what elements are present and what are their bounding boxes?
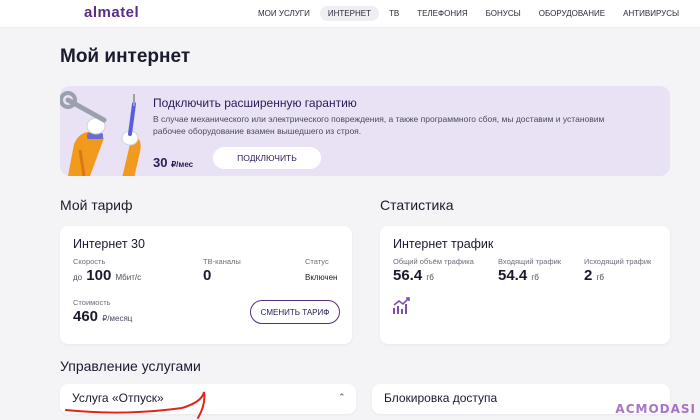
- outgoing-traffic-value: 2 гб: [584, 267, 604, 284]
- nav-item-tv[interactable]: ТВ: [381, 6, 407, 21]
- speed-value: до 100 Мбит/с: [73, 267, 141, 284]
- cost-number: 460: [73, 308, 99, 325]
- access-block-label: Блокировка доступа: [384, 391, 498, 405]
- services-section-title: Управление услугами: [60, 358, 201, 374]
- total-traffic-unit: гб: [426, 273, 434, 282]
- nav-item-telephony[interactable]: ТЕЛЕФОНИЯ: [409, 6, 475, 21]
- speed-prefix: до: [73, 273, 83, 282]
- cost-value: 460 ₽/месяц: [73, 308, 132, 325]
- incoming-traffic-unit: гб: [531, 273, 539, 282]
- outgoing-traffic-number: 2: [584, 267, 593, 284]
- nav-item-equipment[interactable]: ОБОРУДОВАНИЕ: [531, 6, 613, 21]
- chevron-up-icon[interactable]: ⌃: [338, 392, 346, 403]
- watermark: ACMODASI: [615, 402, 696, 416]
- outgoing-traffic-label: Исходящий трафик: [584, 257, 652, 266]
- connect-warranty-button[interactable]: ПОДКЛЮЧИТЬ: [213, 147, 321, 169]
- red-underline-annotation: [65, 391, 206, 419]
- speed-label: Скорость: [73, 257, 106, 266]
- page-title: Мой интернет: [60, 46, 191, 67]
- nav-item-internet[interactable]: ИНТЕРНЕТ: [319, 6, 379, 21]
- tv-channels-value: 0: [203, 267, 212, 284]
- wrench-screwdriver-hand-icon: [60, 91, 141, 176]
- total-traffic-label: Общий объём трафика: [393, 257, 474, 266]
- stats-section-title: Статистика: [380, 197, 454, 213]
- speed-unit: Мбит/с: [115, 273, 142, 282]
- nav-item-antivirus[interactable]: АНТИВИРУСЫ: [615, 6, 687, 21]
- status-value: Включен: [305, 273, 338, 282]
- traffic-card: Интернет трафик Общий объём трафика 56.4…: [380, 226, 670, 344]
- incoming-traffic-label: Входящий трафик: [498, 257, 562, 266]
- tariff-name: Интернет 30: [73, 237, 145, 251]
- traffic-card-title: Интернет трафик: [393, 237, 494, 251]
- outgoing-traffic-unit: гб: [596, 273, 605, 282]
- tariff-section-title: Мой тариф: [60, 197, 133, 213]
- logo[interactable]: almatel: [84, 4, 139, 21]
- tv-channels-label: ТВ-каналы: [203, 257, 241, 266]
- promo-title: Подключить расширенную гарантию: [153, 96, 357, 110]
- cost-unit: ₽/месяц: [102, 314, 133, 323]
- promo-price-value: 30: [153, 155, 168, 170]
- main-nav: МОИ УСЛУГИ ИНТЕРНЕТ ТВ ТЕЛЕФОНИЯ БОНУСЫ …: [250, 6, 689, 21]
- total-traffic-number: 56.4: [393, 267, 423, 284]
- change-tariff-button[interactable]: СМЕНИТЬ ТАРИФ: [250, 300, 340, 324]
- status-label: Статус: [305, 257, 329, 266]
- tariff-card: Интернет 30 Скорость до 100 Мбит/с ТВ-ка…: [60, 226, 352, 344]
- promo-price-unit: ₽/мес: [171, 160, 194, 169]
- cost-label: Стоимость: [73, 298, 111, 307]
- chart-trend-icon[interactable]: [392, 296, 412, 316]
- total-traffic-value: 56.4 гб: [393, 267, 434, 284]
- promo-description: В случае механического или электрическог…: [153, 114, 605, 136]
- speed-number: 100: [86, 267, 112, 284]
- warranty-promo-banner: Подключить расширенную гарантию В случае…: [60, 86, 670, 176]
- nav-item-my-services[interactable]: МОИ УСЛУГИ: [250, 6, 318, 21]
- nav-item-bonuses[interactable]: БОНУСЫ: [478, 6, 529, 21]
- incoming-traffic-number: 54.4: [498, 267, 528, 284]
- top-bar: almatel МОИ УСЛУГИ ИНТЕРНЕТ ТВ ТЕЛЕФОНИЯ…: [0, 0, 700, 28]
- promo-price: 30 ₽/мес: [153, 155, 193, 170]
- incoming-traffic-value: 54.4 гб: [498, 267, 539, 284]
